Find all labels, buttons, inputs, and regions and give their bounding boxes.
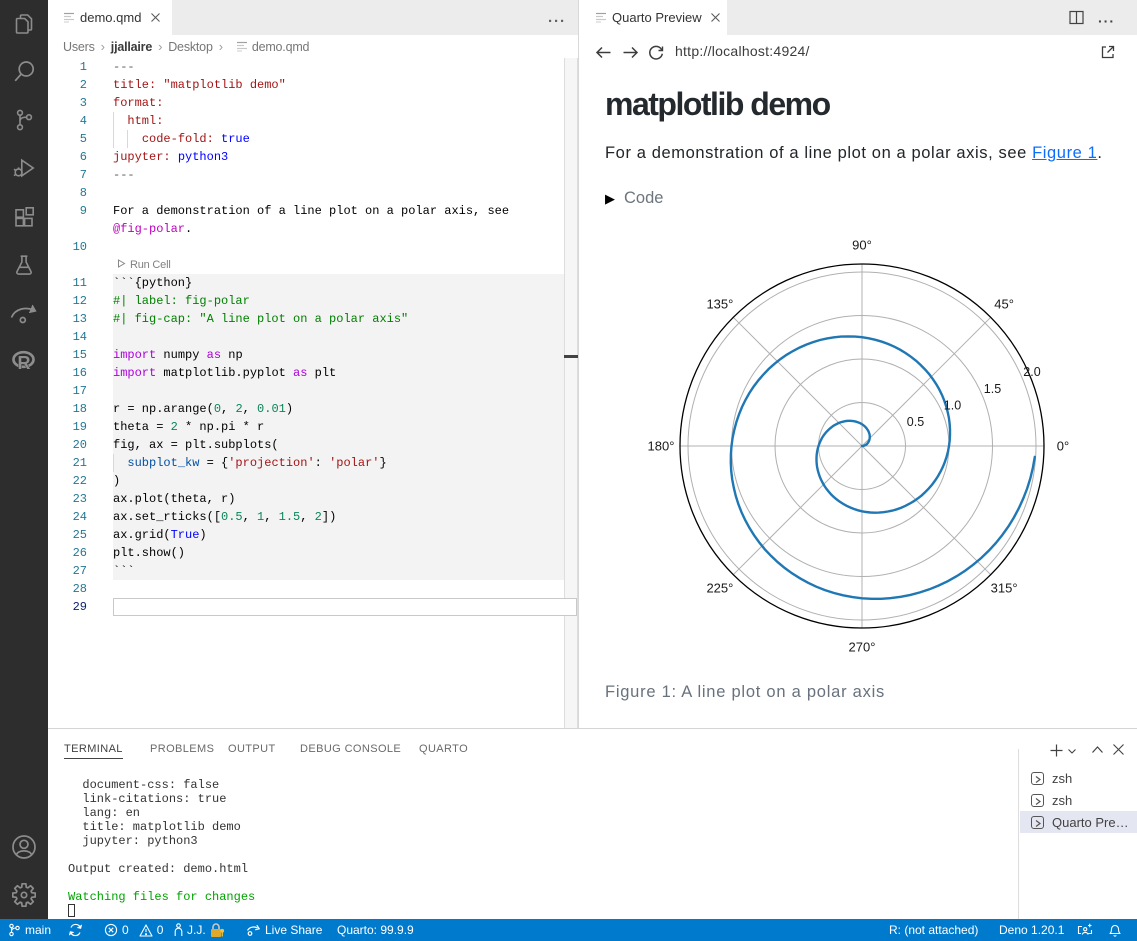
svg-text:R: R (18, 353, 31, 373)
svg-text:270°: 270° (849, 640, 876, 655)
svg-text:180°: 180° (648, 439, 675, 454)
svg-text:1.0: 1.0 (944, 399, 961, 413)
svg-text:45°: 45° (994, 296, 1014, 311)
svg-text:1.5: 1.5 (984, 382, 1001, 396)
svg-text:225°: 225° (706, 581, 733, 596)
svg-text:135°: 135° (706, 296, 733, 311)
svg-text:0°: 0° (1057, 439, 1069, 454)
svg-text:90°: 90° (852, 238, 872, 253)
svg-text:2.0: 2.0 (1023, 365, 1040, 379)
svg-text:0.5: 0.5 (907, 415, 924, 429)
svg-text:315°: 315° (991, 581, 1018, 596)
